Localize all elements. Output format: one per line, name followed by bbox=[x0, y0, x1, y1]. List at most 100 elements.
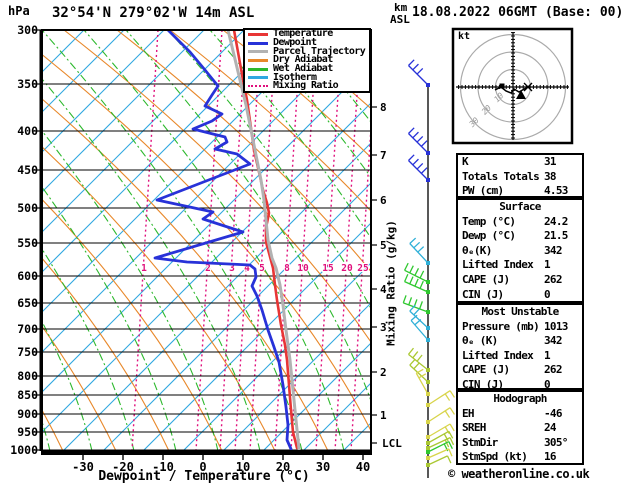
barb-station-dot bbox=[426, 326, 430, 330]
pressure-tick-label: 500 bbox=[17, 201, 38, 215]
barb-feather bbox=[420, 140, 428, 147]
table-row-label: CAPE (J) bbox=[462, 363, 510, 377]
mixing-ratio-value-label: 25 bbox=[357, 263, 369, 274]
barb-station-dot bbox=[426, 450, 430, 454]
table-row: StmDir 305° bbox=[458, 436, 582, 451]
barb-station-dot bbox=[426, 178, 430, 182]
table-box-surface: Surface Temp (°C) 24.2 Dewp (°C) 21.5 θₑ(K) 34… bbox=[456, 198, 584, 303]
mixing-ratio-line bbox=[249, 30, 277, 451]
table-row-value: 38 bbox=[544, 169, 557, 183]
hodograph-square-marker bbox=[499, 83, 505, 89]
mixing-ratio-line bbox=[350, 115, 371, 451]
wind-barb bbox=[408, 59, 430, 87]
table-row-label: CAPE (J) bbox=[462, 272, 510, 286]
table-row-label: Lifted Index bbox=[462, 348, 534, 362]
table-row: SREH 24 bbox=[458, 421, 582, 436]
table-row-value: 305° bbox=[544, 435, 568, 449]
table-row-value: -46 bbox=[544, 406, 562, 420]
barb-feather bbox=[418, 301, 423, 310]
table-row-label: PW (cm) bbox=[462, 184, 504, 198]
dry-adiabat-line bbox=[63, 30, 371, 344]
table-row: K 31 bbox=[458, 155, 582, 170]
barb-staff bbox=[408, 353, 429, 371]
barb-feather bbox=[412, 131, 419, 139]
barb-station-dot bbox=[426, 290, 430, 294]
pressure-tick-label: 600 bbox=[17, 269, 38, 283]
table-row-value: 0 bbox=[544, 287, 551, 301]
wet-adiabat-line bbox=[209, 30, 371, 240]
barb-feather bbox=[409, 358, 416, 366]
barb-feather bbox=[419, 280, 424, 289]
table-row: θₑ (K) 342 bbox=[458, 334, 582, 349]
barb-staff bbox=[408, 65, 429, 86]
barb-feather bbox=[414, 268, 420, 276]
pressure-tick-label: 300 bbox=[17, 23, 38, 37]
table-row-label: θₑ(K) bbox=[462, 243, 492, 257]
skewt-sounding-page: 300 350 400 450 500 550 600 650 700 750 800 850 900 9… bbox=[0, 0, 629, 486]
table-row: Lifted Index 1 bbox=[458, 349, 582, 364]
barb-feather bbox=[409, 276, 414, 285]
table-box-most-unstable: Most Unstable Pressure (mb) 1013 θₑ (K) 342 L… bbox=[456, 303, 584, 391]
datetime-title: 18.08.2022 06GMT (Base: 00) bbox=[412, 5, 624, 20]
barb-feather bbox=[414, 278, 419, 287]
table-row-value: 4.53 bbox=[544, 184, 568, 198]
wind-barb bbox=[407, 347, 430, 372]
table-row-label: K bbox=[462, 155, 469, 168]
barb-feather bbox=[402, 295, 407, 304]
table-row-value: 262 bbox=[544, 272, 562, 286]
barb-feather bbox=[416, 162, 424, 170]
pressure-tick-label: 950 bbox=[17, 425, 38, 439]
table-row-value: 1 bbox=[544, 258, 551, 272]
wind-barb bbox=[408, 154, 430, 182]
pressure-tick-label: 800 bbox=[17, 369, 38, 383]
table-row-value: 31 bbox=[544, 155, 557, 168]
pressure-tick-label: 400 bbox=[17, 124, 38, 138]
mixing-ratio-value-label: 15 bbox=[322, 263, 334, 274]
km-tick-label: 2 bbox=[380, 366, 387, 379]
temperature-swatch bbox=[248, 32, 268, 36]
mixing-ratio-value-label: 5 bbox=[259, 263, 265, 274]
barb-station-dot bbox=[426, 280, 430, 284]
pressure-tick-label: 900 bbox=[17, 407, 38, 421]
barb-station-dot bbox=[426, 446, 430, 450]
hodograph-unit-label: kt bbox=[458, 31, 471, 42]
table-row: Temp (°C) 24.2 bbox=[458, 215, 582, 230]
table-row: CIN (J) 0 bbox=[458, 288, 582, 303]
barb-feather bbox=[409, 237, 417, 244]
barb-feather bbox=[417, 246, 425, 253]
pressure-tick-label: 550 bbox=[17, 236, 38, 250]
table-section-header: Surface bbox=[499, 200, 541, 213]
barb-station-dot bbox=[426, 420, 430, 424]
pressure-tick-label: 650 bbox=[17, 296, 38, 310]
table-row-value: 1013 bbox=[544, 319, 568, 333]
wind-barb bbox=[426, 407, 455, 424]
hodograph: 102030 bbox=[451, 27, 574, 145]
barb-feather bbox=[416, 354, 423, 362]
dry-adiabat-line bbox=[42, 98, 329, 451]
mixing-ratio-axis-label: Mixing Ratio (g/kg) bbox=[384, 220, 398, 346]
pressure-tick-label: 1000 bbox=[10, 443, 38, 457]
temp-tick-label: 30 bbox=[316, 460, 330, 474]
barb-feather bbox=[408, 154, 415, 161]
mixing-ratio-value-label: 8 bbox=[284, 263, 290, 274]
table-row-label: StmSpd (kt) bbox=[462, 450, 528, 464]
barb-feather bbox=[412, 351, 419, 359]
barb-station-dot bbox=[426, 338, 430, 342]
barb-feather bbox=[408, 127, 415, 134]
barb-station-dot bbox=[426, 456, 430, 460]
table-row: Totals Totals 38 bbox=[458, 170, 582, 185]
barb-feather bbox=[413, 241, 421, 249]
dewpoint-swatch bbox=[248, 41, 268, 45]
dry-adiabat-swatch bbox=[248, 58, 268, 62]
table-row: CAPE (J) 262 bbox=[458, 273, 582, 288]
barb-feather bbox=[404, 274, 409, 282]
barb-feather bbox=[446, 455, 452, 464]
table-row-label: SREH bbox=[462, 421, 486, 435]
barb-staff bbox=[427, 407, 451, 423]
pressure-unit-label: hPa bbox=[8, 4, 30, 18]
barb-feather bbox=[416, 135, 424, 143]
table-section-header: Hodograph bbox=[493, 392, 547, 405]
barb-station-dot bbox=[426, 83, 430, 87]
barb-station-dot bbox=[426, 368, 430, 372]
isotherm-swatch bbox=[248, 76, 268, 80]
